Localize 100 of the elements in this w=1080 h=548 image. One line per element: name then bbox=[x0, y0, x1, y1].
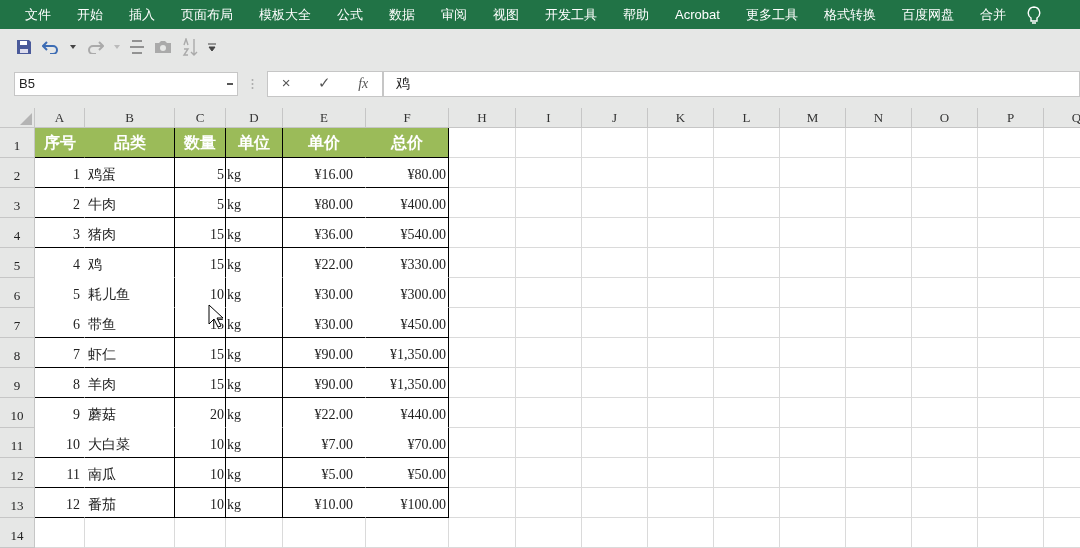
save-icon[interactable] bbox=[16, 39, 32, 55]
table-cell[interactable]: 虾仁 bbox=[85, 338, 175, 368]
column-header[interactable]: A bbox=[35, 108, 85, 127]
column-header[interactable]: K bbox=[648, 108, 714, 127]
table-cell[interactable]: 7 bbox=[35, 338, 85, 368]
ribbon-tab[interactable]: Acrobat bbox=[662, 4, 733, 25]
grid-cell[interactable] bbox=[912, 518, 978, 548]
grid-cell[interactable] bbox=[978, 128, 1044, 158]
column-header[interactable]: E bbox=[283, 108, 366, 127]
select-all-icon[interactable] bbox=[20, 113, 32, 125]
table-cell[interactable]: 番茄 bbox=[85, 488, 175, 518]
grid-cell[interactable] bbox=[846, 308, 912, 338]
grid-cell[interactable] bbox=[516, 188, 582, 218]
grid-cell[interactable] bbox=[780, 308, 846, 338]
ribbon-tab[interactable]: 文件 bbox=[12, 4, 64, 25]
grid-cell[interactable] bbox=[516, 308, 582, 338]
table-cell[interactable]: 鸡蛋 bbox=[85, 158, 175, 188]
table-cell[interactable]: ¥450.00 bbox=[366, 308, 449, 338]
table-cell[interactable]: ¥80.00 bbox=[283, 188, 366, 218]
row-header[interactable]: 8 bbox=[0, 338, 35, 368]
grid-cell[interactable] bbox=[283, 518, 366, 548]
column-header[interactable]: C bbox=[175, 108, 226, 127]
table-cell[interactable]: 12 bbox=[35, 488, 85, 518]
grid-cell[interactable] bbox=[978, 248, 1044, 278]
grid-cell[interactable] bbox=[846, 248, 912, 278]
grid-cell[interactable] bbox=[516, 428, 582, 458]
grid-cell[interactable] bbox=[175, 518, 226, 548]
row-header[interactable]: 13 bbox=[0, 488, 35, 518]
column-header[interactable]: F bbox=[366, 108, 449, 127]
row-header[interactable]: 6 bbox=[0, 278, 35, 308]
grid-cell[interactable] bbox=[449, 188, 516, 218]
grid-cell[interactable] bbox=[714, 278, 780, 308]
table-cell[interactable]: kg bbox=[226, 158, 283, 188]
grid-cell[interactable] bbox=[449, 458, 516, 488]
table-cell[interactable]: 猪肉 bbox=[85, 218, 175, 248]
table-cell[interactable]: kg bbox=[226, 368, 283, 398]
table-cell[interactable]: 1 bbox=[35, 158, 85, 188]
grid-cell[interactable] bbox=[449, 428, 516, 458]
table-cell[interactable]: 鸡 bbox=[85, 248, 175, 278]
ribbon-tab[interactable]: 模板大全 bbox=[246, 4, 324, 25]
grid-cell[interactable] bbox=[912, 308, 978, 338]
table-cell[interactable]: ¥400.00 bbox=[366, 188, 449, 218]
ribbon-tab[interactable]: 数据 bbox=[376, 4, 428, 25]
table-cell[interactable]: 2 bbox=[35, 188, 85, 218]
grid-cell[interactable] bbox=[449, 488, 516, 518]
grid-cell[interactable] bbox=[516, 128, 582, 158]
table-cell[interactable]: 9 bbox=[35, 398, 85, 428]
grid-cell[interactable] bbox=[846, 428, 912, 458]
grid-cell[interactable] bbox=[780, 278, 846, 308]
table-cell[interactable]: ¥90.00 bbox=[283, 338, 366, 368]
table-cell[interactable]: 牛肉 bbox=[85, 188, 175, 218]
table-cell[interactable]: 20 bbox=[175, 398, 226, 428]
column-header[interactable]: M bbox=[780, 108, 846, 127]
row-header[interactable]: 7 bbox=[0, 308, 35, 338]
row-header[interactable]: 1 bbox=[0, 128, 35, 158]
table-cell[interactable]: 8 bbox=[35, 368, 85, 398]
grid-cell[interactable] bbox=[714, 218, 780, 248]
grid-cell[interactable] bbox=[648, 518, 714, 548]
table-cell[interactable]: ¥70.00 bbox=[366, 428, 449, 458]
grid-cell[interactable] bbox=[648, 398, 714, 428]
table-cell[interactable]: ¥300.00 bbox=[366, 278, 449, 308]
sort-icon[interactable] bbox=[182, 38, 198, 56]
table-cell[interactable]: 带鱼 bbox=[85, 308, 175, 338]
row-header[interactable]: 11 bbox=[0, 428, 35, 458]
grid-cell[interactable] bbox=[780, 398, 846, 428]
grid-cell[interactable] bbox=[648, 458, 714, 488]
ribbon-tab[interactable]: 更多工具 bbox=[732, 4, 811, 25]
table-cell[interactable]: 羊肉 bbox=[85, 368, 175, 398]
grid-cell[interactable] bbox=[582, 248, 648, 278]
grid-cell[interactable] bbox=[648, 428, 714, 458]
name-box[interactable]: B5 bbox=[14, 71, 238, 96]
grid-cell[interactable] bbox=[582, 398, 648, 428]
grid-cell[interactable] bbox=[978, 488, 1044, 518]
grid-cell[interactable] bbox=[648, 488, 714, 518]
grid-cell[interactable] bbox=[582, 488, 648, 518]
grid-cell[interactable] bbox=[912, 188, 978, 218]
column-header[interactable]: P bbox=[978, 108, 1044, 127]
row-header[interactable]: 14 bbox=[0, 518, 35, 548]
grid-cell[interactable] bbox=[978, 518, 1044, 548]
ribbon-tab[interactable]: 帮助 bbox=[610, 4, 662, 25]
table-cell[interactable]: kg bbox=[226, 278, 283, 308]
grid-cell[interactable] bbox=[648, 308, 714, 338]
grid-cell[interactable] bbox=[780, 428, 846, 458]
table-cell[interactable]: kg bbox=[226, 218, 283, 248]
insert-function-button[interactable]: fx bbox=[358, 73, 369, 94]
table-cell[interactable]: ¥22.00 bbox=[283, 398, 366, 428]
table-cell[interactable]: 5 bbox=[175, 188, 226, 218]
grid-cell[interactable] bbox=[366, 518, 449, 548]
grid-cell[interactable] bbox=[714, 368, 780, 398]
row-header[interactable]: 4 bbox=[0, 218, 35, 248]
enter-button[interactable]: ✓ bbox=[317, 72, 331, 95]
grid-cell[interactable] bbox=[780, 338, 846, 368]
ribbon-tab[interactable]: 视图 bbox=[480, 4, 532, 25]
ribbon-tab[interactable]: 开发工具 bbox=[532, 4, 610, 25]
grid-cell[interactable] bbox=[648, 278, 714, 308]
lines-icon[interactable] bbox=[130, 40, 144, 54]
ribbon-tab[interactable]: 公式 bbox=[324, 4, 376, 25]
table-cell[interactable]: 南瓜 bbox=[85, 458, 175, 488]
table-cell[interactable]: kg bbox=[226, 458, 283, 488]
table-cell[interactable]: ¥7.00 bbox=[283, 428, 366, 458]
